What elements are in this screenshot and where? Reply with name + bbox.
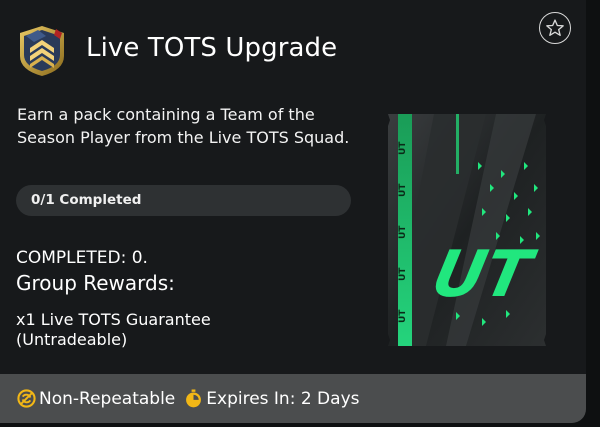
objective-description: Earn a pack containing a Team of the Sea… (17, 105, 350, 147)
svg-text:UT: UT (398, 309, 408, 323)
svg-text:UT: UT (398, 225, 408, 239)
page-title: Live TOTS Upgrade (86, 33, 338, 63)
footer-bar: Non-Repeatable Expires In: 2 Days (0, 374, 586, 423)
stopwatch-icon (186, 389, 202, 408)
favorite-button[interactable] (539, 12, 571, 44)
reward-item: x1 Live TOTS Guarantee (Untradeable) (16, 310, 211, 349)
tots-badge-icon (16, 24, 68, 78)
progress-label: 0/1 Completed (31, 192, 142, 208)
expiry-status: Expires In: 2 Days (184, 389, 359, 409)
svg-text:UT: UT (398, 267, 408, 281)
non-repeatable-label: Non-Repeatable (39, 388, 176, 409)
completed-count: COMPLETED: 0. (16, 248, 148, 268)
objective-card: Live TOTS Upgrade Earn a pack containing… (0, 0, 586, 423)
svg-text:UT: UT (398, 141, 408, 155)
svg-text:UT: UT (398, 183, 408, 197)
non-repeatable-status: Non-Repeatable (17, 389, 175, 409)
expiry-label: Expires In: 2 Days (206, 388, 360, 409)
group-rewards-heading: Group Rewards: (16, 271, 175, 295)
progress-bar: 0/1 Completed (16, 185, 351, 216)
non-repeatable-icon (17, 389, 36, 408)
reward-pack-image: UT UT UT UT UT UT (386, 112, 548, 348)
star-outline-icon (546, 19, 564, 36)
